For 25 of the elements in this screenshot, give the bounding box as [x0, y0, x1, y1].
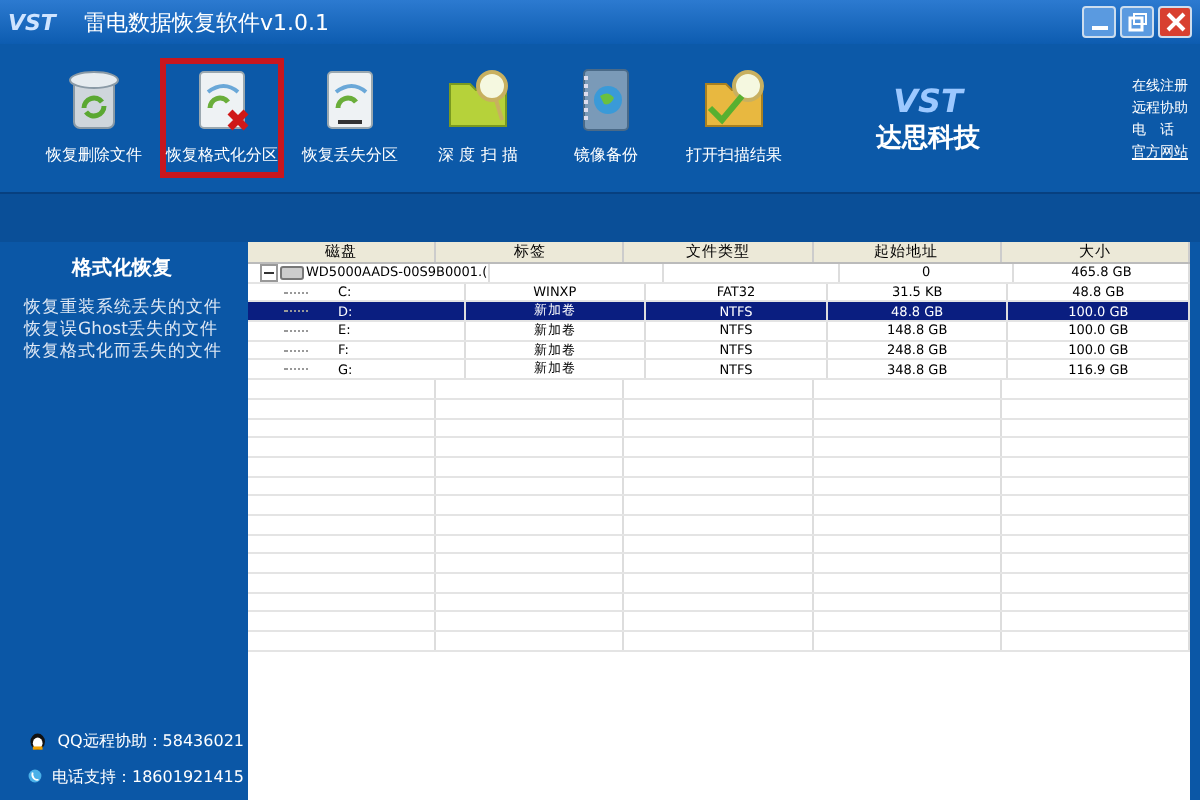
minimize-icon	[1091, 26, 1107, 30]
sidebar-link[interactable]: 恢复误Ghost丢失的文件	[0, 320, 244, 342]
toolbar-button[interactable]: 打开扫描结果	[672, 58, 796, 178]
sidebar-title: 格式化恢复	[69, 255, 174, 282]
brand-logo: VST 达思科技	[876, 81, 980, 155]
minimize-button[interactable]	[1082, 6, 1116, 38]
contact-text: 电话支持：18601921415	[52, 765, 244, 787]
restore-icon	[1127, 12, 1147, 32]
app-logo: VST	[8, 9, 56, 35]
contact-text: QQ远程协助：58436021	[57, 729, 244, 751]
phone-icon	[28, 764, 42, 788]
penguin-icon	[28, 728, 48, 752]
window-title: 雷电数据恢复软件v1.0.1	[83, 7, 331, 37]
toolbar-button[interactable]: 镜像备份	[544, 58, 668, 178]
expand-toggle[interactable]	[260, 263, 278, 282]
toolbar-button[interactable]: 恢复丢失分区	[288, 58, 412, 178]
restore-button[interactable]	[1120, 6, 1154, 38]
hard-drive-icon	[280, 264, 304, 281]
toolbar-button[interactable]: 恢复格式化分区	[160, 58, 284, 178]
sidebar-link[interactable]: 恢复格式化而丢失的文件	[0, 342, 244, 364]
sidebar-link[interactable]: 恢复重装系统丢失的文件	[0, 298, 244, 320]
toolbar-button[interactable]: 深 度 扫 描	[416, 58, 540, 178]
close-icon	[1165, 12, 1185, 32]
toolbar-button[interactable]: 恢复删除文件	[32, 58, 156, 178]
close-button[interactable]	[1158, 6, 1192, 38]
